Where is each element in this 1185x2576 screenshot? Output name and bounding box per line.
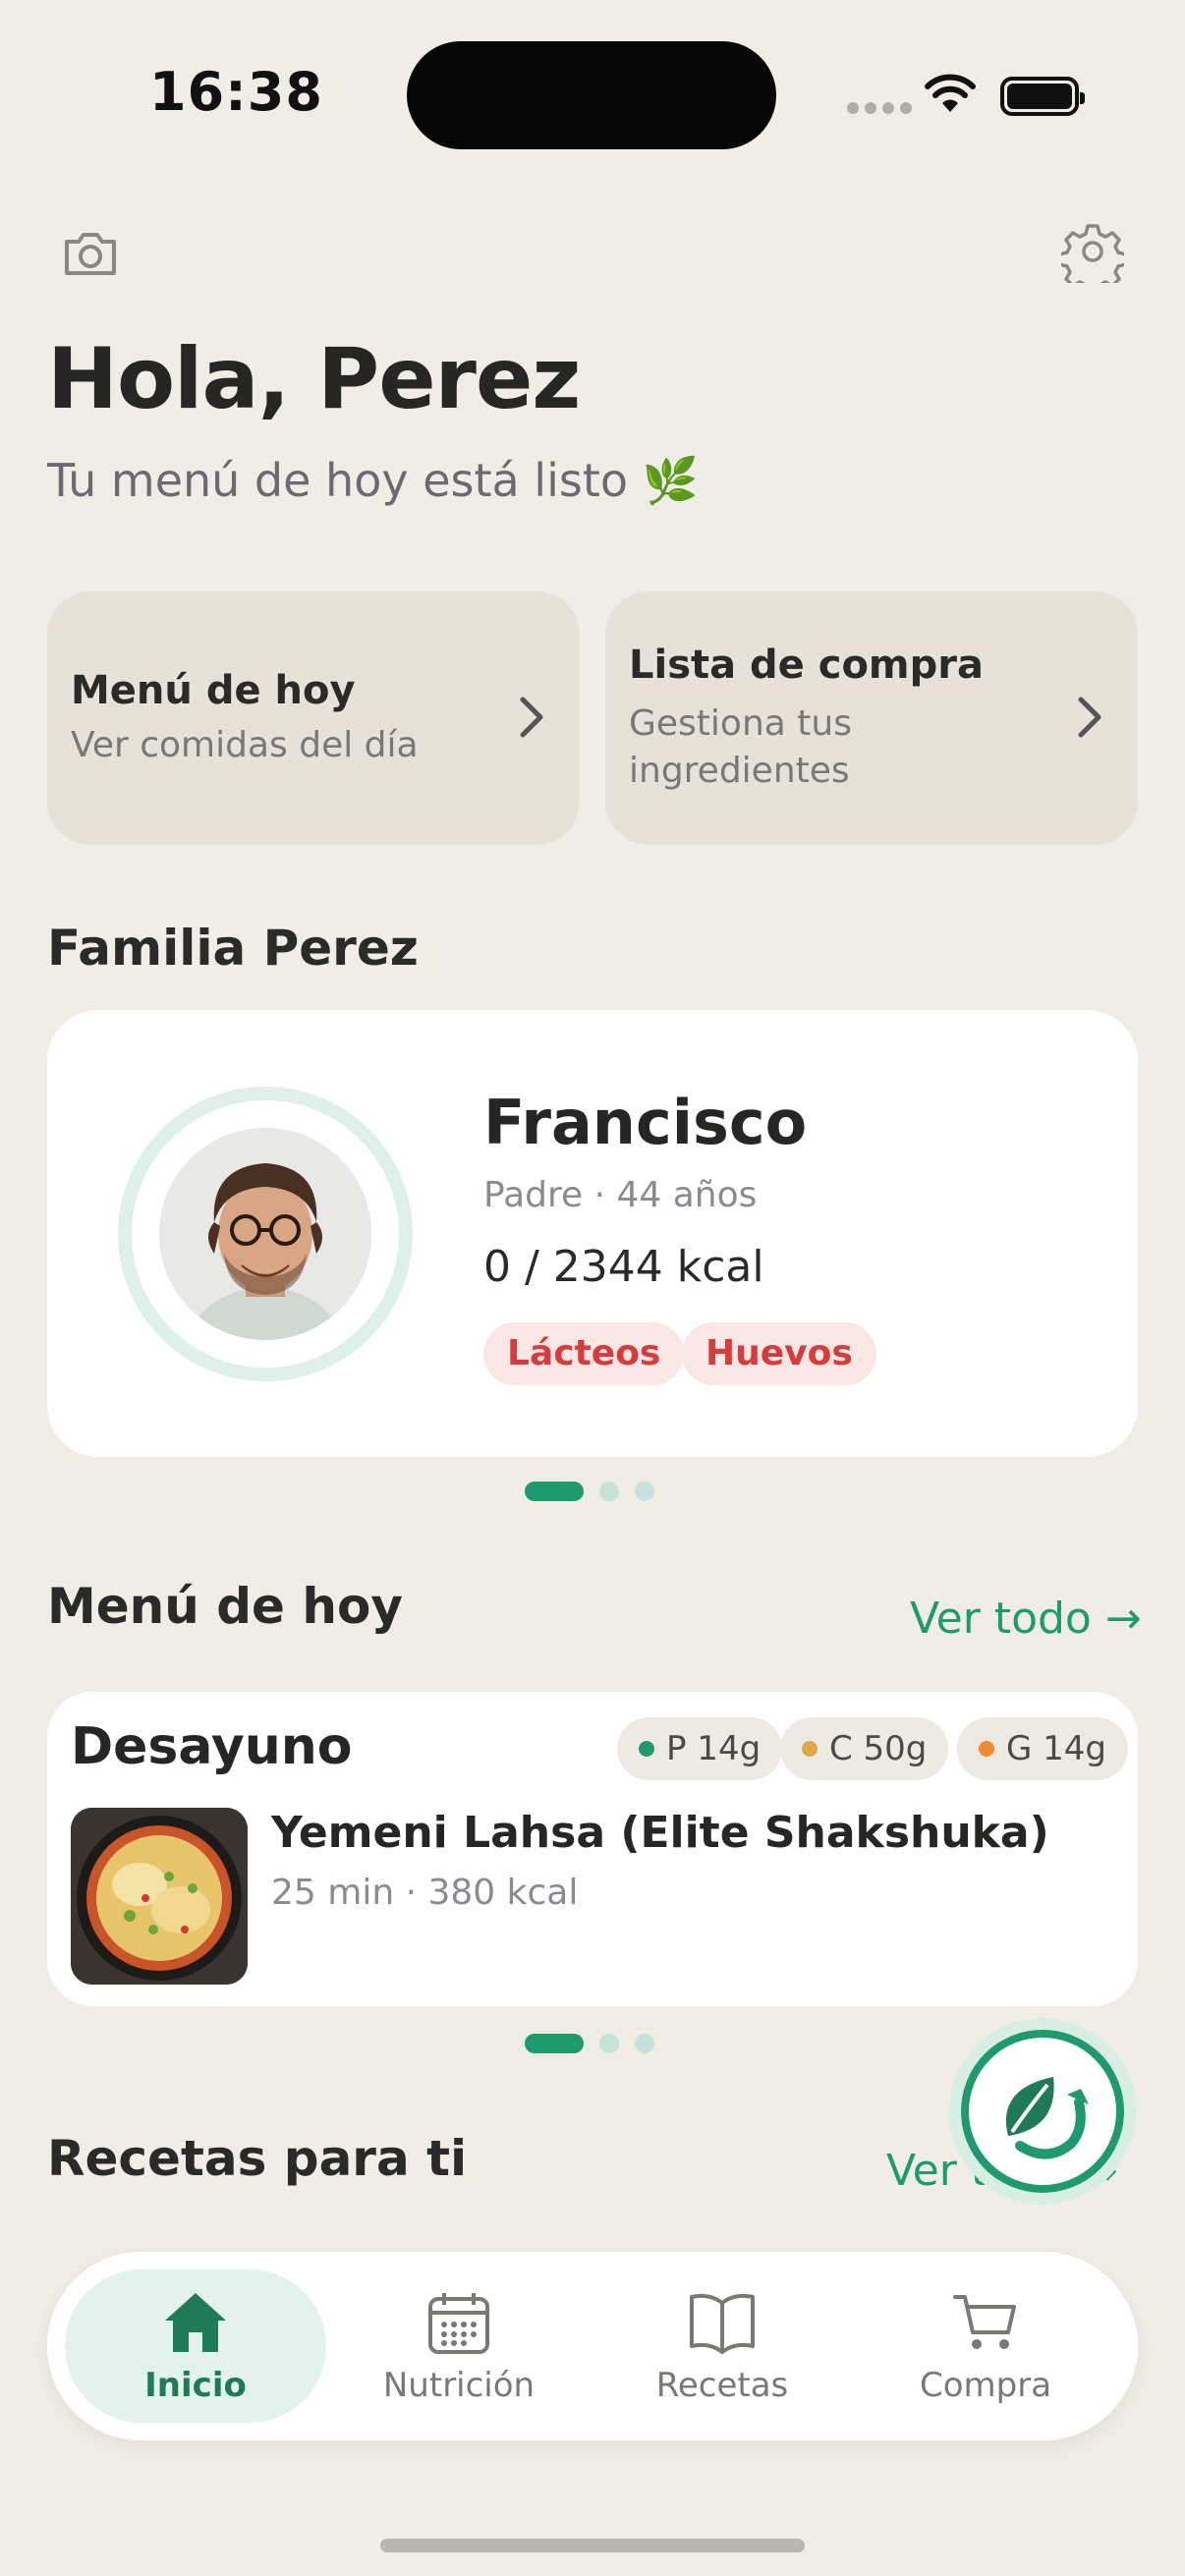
signal-icon (847, 102, 912, 114)
tab-recetas[interactable]: Recetas (592, 2269, 853, 2423)
macro-text: G 14g (1006, 1729, 1106, 1768)
tab-compra[interactable]: Compra (855, 2269, 1116, 2423)
carousel-dot[interactable] (635, 2034, 654, 2053)
shopping-list-card[interactable]: Lista de compra Gestiona tus ingrediente… (605, 591, 1138, 845)
member-name: Francisco (483, 1087, 808, 1158)
wifi-icon (925, 74, 976, 112)
meal-meta: 25 min · 380 kcal (271, 1873, 579, 1913)
quick-card-subtitle: Ver comidas del día (71, 725, 419, 765)
recipes-section-title: Recetas para ti (47, 2130, 468, 2187)
battery-icon (1000, 77, 1085, 116)
member-kcal: 0 / 2344 kcal (483, 1242, 764, 1292)
avatar (159, 1128, 371, 1340)
carousel-dot[interactable] (599, 2034, 619, 2053)
macro-fat-chip: G 14g (957, 1717, 1128, 1780)
meal-carousel-dots[interactable] (525, 2034, 654, 2053)
allergen-tag: Lácteos (483, 1322, 685, 1385)
member-meta: Padre · 44 años (483, 1175, 758, 1215)
leaf-refresh-icon (1005, 2077, 1089, 2159)
tab-label: Recetas (655, 2366, 789, 2405)
protein-dot-icon (639, 1741, 654, 1757)
menu-section-title: Menú de hoy (47, 1578, 403, 1635)
cart-icon (953, 2295, 1016, 2349)
macro-text: C 50g (829, 1729, 928, 1768)
book-icon (690, 2293, 755, 2354)
family-section-title: Familia Perez (47, 920, 419, 977)
carousel-dot[interactable] (599, 1482, 619, 1501)
dynamic-island (407, 41, 776, 149)
gear-icon[interactable] (1061, 220, 1124, 283)
tab-label: Compra (919, 2366, 1052, 2405)
status-time: 16:38 (149, 61, 323, 123)
allergen-tag: Huevos (682, 1322, 876, 1385)
chevron-right-icon (520, 697, 543, 738)
carbs-dot-icon (802, 1741, 818, 1757)
meal-image (71, 1808, 248, 1985)
quick-card-subtitle: Gestiona tus (629, 703, 852, 744)
family-carousel-dots[interactable] (525, 1482, 654, 1501)
quick-card-subtitle: ingredientes (629, 751, 850, 791)
greeting-title: Hola, Perez (47, 330, 581, 428)
menu-see-all-link[interactable]: Ver todo → (910, 1594, 1142, 1644)
macro-carbs-chip: C 50g (780, 1717, 949, 1780)
tab-nutricion[interactable]: Nutrición (328, 2269, 590, 2423)
greeting-subtitle: Tu menú de hoy está listo 🌿 (47, 454, 699, 507)
tab-label: Nutrición (382, 2366, 536, 2405)
carousel-dot[interactable] (525, 1482, 584, 1501)
quick-card-title: Lista de compra (629, 643, 984, 688)
home-indicator[interactable] (380, 2539, 805, 2552)
tab-inicio[interactable]: Inicio (65, 2269, 326, 2423)
carousel-dot[interactable] (525, 2034, 584, 2053)
calendar-icon (428, 2293, 489, 2354)
macro-text: P 14g (666, 1729, 762, 1768)
camera-icon[interactable] (59, 222, 122, 285)
menu-today-card[interactable]: Menú de hoy Ver comidas del día (47, 591, 580, 845)
fat-dot-icon (979, 1741, 994, 1757)
meal-name: Yemeni Lahsa (Elite Shakshuka) (271, 1808, 1049, 1858)
tab-label: Inicio (144, 2366, 247, 2405)
quick-card-title: Menú de hoy (71, 668, 356, 713)
home-icon (165, 2293, 226, 2352)
macro-protein-chip: P 14g (617, 1717, 783, 1780)
carousel-dot[interactable] (635, 1482, 654, 1501)
regenerate-menu-button[interactable] (961, 2030, 1124, 2193)
chevron-right-icon (1078, 697, 1101, 738)
meal-label: Desayuno (71, 1717, 353, 1776)
